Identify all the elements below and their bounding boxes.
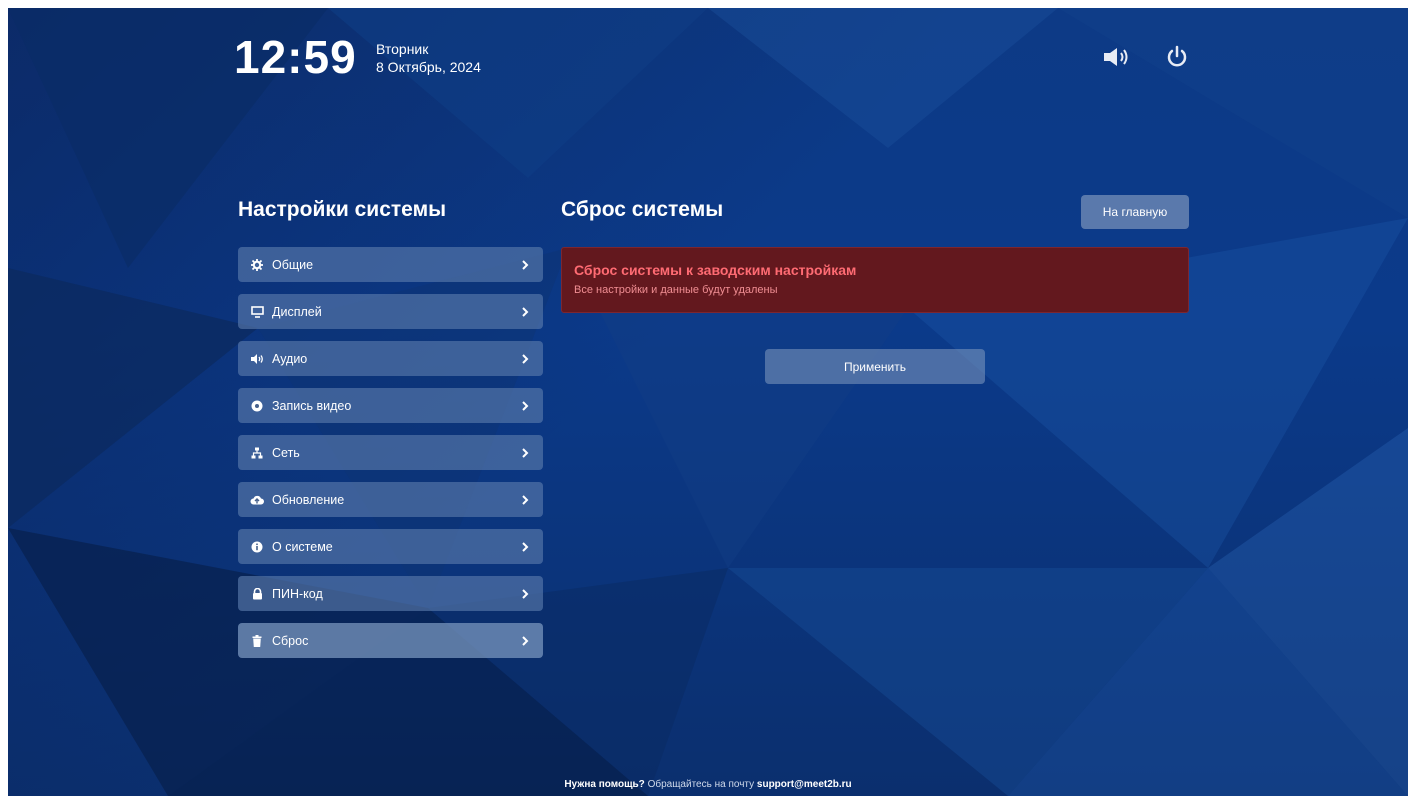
chevron-right-icon xyxy=(522,588,529,599)
power-icon[interactable] xyxy=(1160,42,1194,72)
apply-button[interactable]: Применить xyxy=(765,349,985,384)
top-icons xyxy=(1100,42,1194,72)
chevron-right-icon xyxy=(522,259,529,270)
footer-help: Нужна помощь? Обращайтесь на почту suppo… xyxy=(8,779,1408,790)
sidebar-item-label: Общие xyxy=(272,257,314,272)
sidebar-item-reset[interactable]: Сброс xyxy=(238,623,543,658)
sidebar-title: Настройки системы xyxy=(238,198,447,221)
cloud-upload-icon xyxy=(250,493,264,507)
sidebar-item-general[interactable]: Общие xyxy=(238,247,543,282)
volume-icon xyxy=(250,352,264,366)
sidebar-item-label: Дисплей xyxy=(272,304,322,319)
record-icon xyxy=(250,399,264,413)
date-block: Вторник 8 Октябрь, 2024 xyxy=(376,40,481,76)
chevron-right-icon xyxy=(522,400,529,411)
sidebar-item-update[interactable]: Обновление xyxy=(238,482,543,517)
sidebar-item-display[interactable]: Дисплей xyxy=(238,294,543,329)
sidebar-item-label: Обновление xyxy=(272,492,345,507)
page-title: Сброс системы xyxy=(561,198,724,221)
network-icon xyxy=(250,446,264,460)
gear-icon xyxy=(250,258,264,272)
weekday: Вторник xyxy=(376,41,429,57)
clock-time: 12:59 xyxy=(234,31,357,83)
sidebar-item-about[interactable]: О системе xyxy=(238,529,543,564)
warning-text: Все настройки и данные будут удалены xyxy=(574,284,778,296)
sidebar-item-audio[interactable]: Аудио xyxy=(238,341,543,376)
chevron-right-icon xyxy=(522,635,529,646)
screen: 12:59 Вторник 8 Октябрь, 2024 Настройки … xyxy=(8,8,1408,796)
settings-menu: Общие Дисплей Аудио Запись видео Сеть Об… xyxy=(238,247,543,670)
sidebar-item-label: Сеть xyxy=(272,445,300,460)
help-text: Обращайтесь на почту xyxy=(647,779,755,790)
chevron-right-icon xyxy=(522,541,529,552)
warning-title: Сброс системы к заводским настройкам xyxy=(574,262,857,278)
sidebar-item-label: Аудио xyxy=(272,351,308,366)
sidebar-item-network[interactable]: Сеть xyxy=(238,435,543,470)
chevron-right-icon xyxy=(522,353,529,364)
chevron-right-icon xyxy=(522,447,529,458)
volume-icon[interactable] xyxy=(1100,42,1134,72)
help-label: Нужна помощь? xyxy=(564,779,645,790)
home-button[interactable]: На главную xyxy=(1081,195,1189,229)
sidebar-item-label: О системе xyxy=(272,539,333,554)
info-icon xyxy=(250,540,264,554)
date: 8 Октябрь, 2024 xyxy=(376,59,481,75)
support-email-link[interactable]: support@meet2b.ru xyxy=(757,779,852,790)
sidebar-item-label: ПИН-код xyxy=(272,586,323,601)
chevron-right-icon xyxy=(522,306,529,317)
sidebar-item-pin[interactable]: ПИН-код xyxy=(238,576,543,611)
background-polygons xyxy=(8,8,1408,796)
lock-icon xyxy=(250,587,264,601)
sidebar-item-label: Запись видео xyxy=(272,398,352,413)
reset-warning-alert: Сброс системы к заводским настройкам Все… xyxy=(561,247,1189,313)
chevron-right-icon xyxy=(522,494,529,505)
sidebar-item-label: Сброс xyxy=(272,633,309,648)
sidebar-item-video-recording[interactable]: Запись видео xyxy=(238,388,543,423)
monitor-icon xyxy=(250,305,264,319)
trash-icon xyxy=(250,634,264,648)
